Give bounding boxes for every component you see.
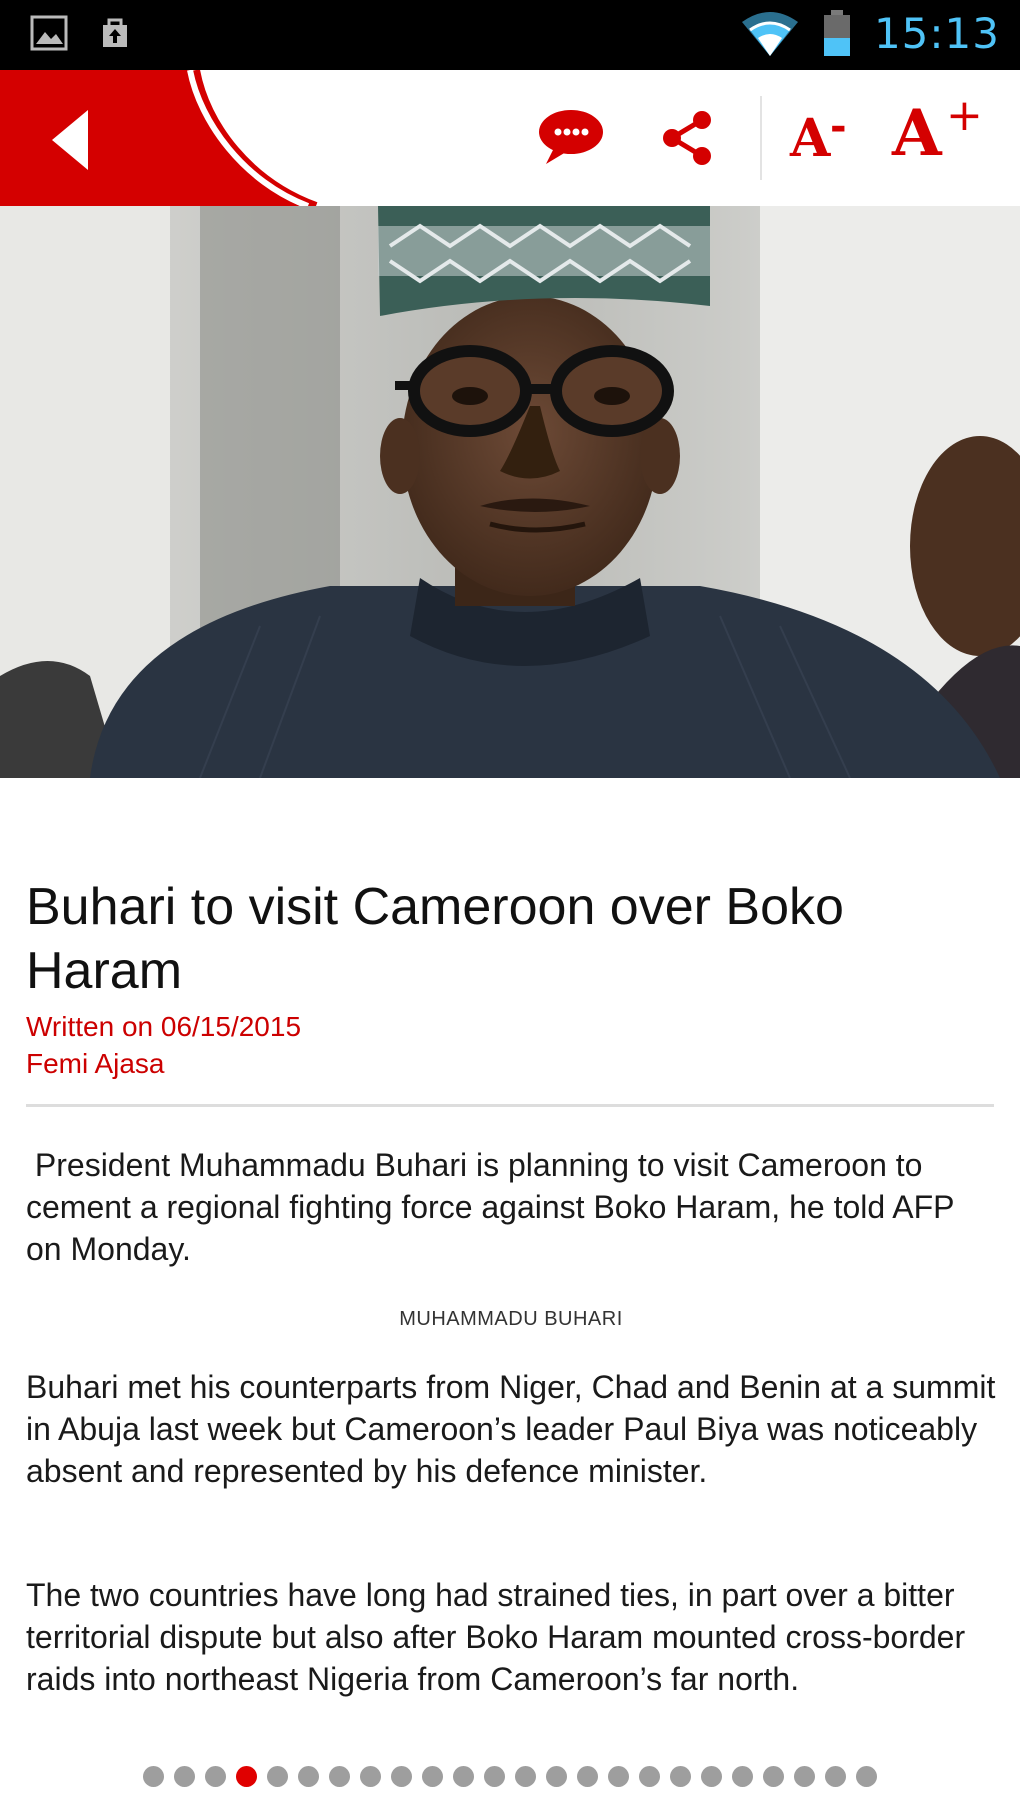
pager-dot[interactable] <box>546 1766 567 1787</box>
pager-dot[interactable] <box>825 1766 846 1787</box>
pager-dot[interactable] <box>422 1766 443 1787</box>
wifi-icon <box>741 12 798 56</box>
font-decrease-label: A <box>790 108 831 169</box>
comment-button[interactable] <box>536 106 606 173</box>
pager-dot[interactable] <box>453 1766 474 1787</box>
paragraph-2: Buhari met his counterparts from Niger, … <box>26 1369 996 1489</box>
pager-dot[interactable] <box>608 1766 629 1787</box>
pager-dot[interactable] <box>267 1766 288 1787</box>
article-meta: Written on 06/15/2015 Femi Ajasa <box>26 1008 301 1082</box>
pager-dot[interactable] <box>763 1766 784 1787</box>
image-caption: MUHAMMADU BUHARI <box>399 1308 623 1330</box>
paragraph-1: President Muhammadu Buhari is planning t… <box>26 1147 963 1267</box>
author-name: Femi Ajasa <box>26 1048 165 1079</box>
pager-dot-active[interactable] <box>236 1766 257 1787</box>
pager-dot[interactable] <box>174 1766 195 1787</box>
briefcase-upload-icon <box>103 18 127 47</box>
back-button[interactable] <box>30 100 120 180</box>
pager-dot[interactable] <box>360 1766 381 1787</box>
pager-dot[interactable] <box>856 1766 877 1787</box>
pager-dot[interactable] <box>143 1766 164 1787</box>
font-increase-symbol: + <box>946 90 983 141</box>
font-increase-button[interactable]: A + <box>892 90 992 176</box>
pager-dot[interactable] <box>484 1766 505 1787</box>
back-arrow-icon <box>52 110 88 170</box>
share-button[interactable] <box>660 110 714 171</box>
article-pager <box>0 1766 1020 1787</box>
written-on-date: Written on 06/15/2015 <box>26 1011 302 1042</box>
article-toolbar: A - A + <box>0 70 1020 206</box>
pager-dot[interactable] <box>639 1766 660 1787</box>
status-bar: 15:13 <box>0 0 1020 70</box>
hero-photo <box>0 206 1020 778</box>
status-right: 15:13 <box>740 8 1000 58</box>
pager-dot[interactable] <box>205 1766 226 1787</box>
pager-dot[interactable] <box>298 1766 319 1787</box>
paragraph-3: The two countries have long had strained… <box>26 1577 966 1697</box>
font-decrease-symbol: - <box>830 104 847 150</box>
pager-dot[interactable] <box>670 1766 691 1787</box>
battery-icon <box>823 10 850 56</box>
share-icon <box>663 111 711 165</box>
hero-image <box>0 206 1020 778</box>
status-time: 15:13 <box>873 8 1000 58</box>
font-increase-label: A <box>892 96 942 171</box>
pager-dot[interactable] <box>701 1766 722 1787</box>
pager-dot[interactable] <box>329 1766 350 1787</box>
comment-icon <box>539 110 603 164</box>
pager-dot[interactable] <box>732 1766 753 1787</box>
status-left-icons <box>30 14 134 52</box>
pager-dot[interactable] <box>577 1766 598 1787</box>
screen-content: 15:13 A - A + Buhari to visit Cameroon o… <box>0 0 1020 1745</box>
pager-dot[interactable] <box>794 1766 815 1787</box>
font-decrease-button[interactable]: A - <box>790 104 860 178</box>
meta-divider <box>26 1104 994 1107</box>
image-icon <box>30 15 68 51</box>
pager-dot[interactable] <box>515 1766 536 1787</box>
pager-dot[interactable] <box>391 1766 412 1787</box>
article-headline: Buhari to visit Cameroon over Boko Haram <box>26 877 844 1000</box>
toolbar-divider <box>760 96 762 180</box>
